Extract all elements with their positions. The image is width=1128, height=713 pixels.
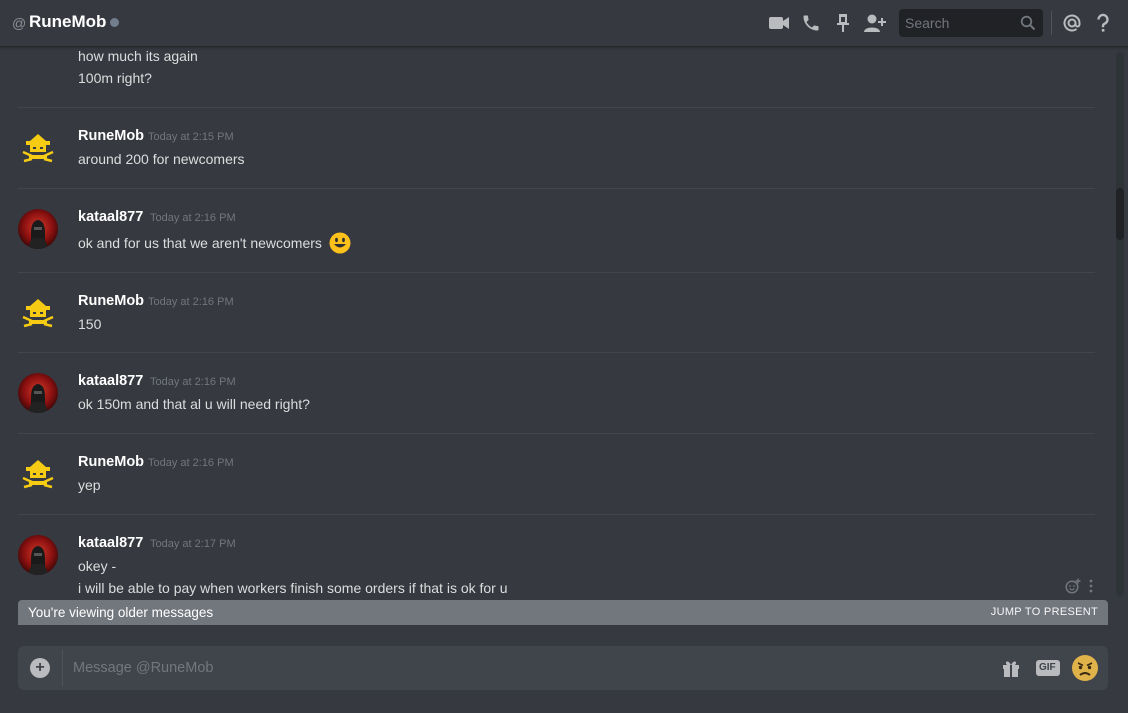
search-input[interactable] — [899, 9, 1014, 37]
message-divider — [18, 272, 1095, 273]
add-reaction-icon[interactable] — [1065, 578, 1081, 599]
message-author[interactable]: kataal877 — [78, 209, 143, 225]
mentions-icon[interactable] — [1060, 11, 1084, 35]
plus-icon: + — [35, 659, 45, 676]
message-divider — [18, 433, 1095, 434]
more-options-icon[interactable] — [1089, 579, 1093, 598]
message-text: i will be able to pay when workers finis… — [78, 580, 508, 596]
message-item: RuneMob Today at 2:16 PM yep — [0, 454, 1110, 514]
message-timestamp: Today at 2:17 PM — [150, 538, 236, 550]
runemob-logo-icon — [18, 128, 58, 168]
avatar[interactable] — [18, 209, 58, 249]
message-timestamp: Today at 2:16 PM — [148, 296, 234, 308]
message-text: 100m right? — [78, 70, 152, 86]
message-item: kataal877 Today at 2:16 PM ok and for us… — [0, 209, 1110, 269]
message-text: how much its again — [78, 48, 198, 64]
message-text: yep — [78, 477, 101, 493]
message-item: kataal877 Today at 2:16 PM ok 150m and t… — [0, 373, 1110, 433]
avatar[interactable] — [18, 128, 58, 168]
message-item: kataal877 Today at 2:17 PM okey - i will… — [0, 535, 1110, 596]
video-call-icon[interactable] — [767, 11, 791, 35]
message-list: how much its again 100m right? RuneMob T… — [0, 48, 1114, 596]
kataal-avatar-icon — [18, 535, 58, 575]
message-author[interactable]: kataal877 — [78, 535, 143, 551]
older-messages-text: You're viewing older messages — [28, 605, 214, 620]
search-icon[interactable] — [1020, 15, 1036, 36]
message-author[interactable]: RuneMob — [78, 293, 144, 309]
upload-button[interactable]: + — [30, 658, 50, 678]
message-timestamp: Today at 2:16 PM — [150, 212, 236, 224]
message-divider — [18, 352, 1095, 353]
message-timestamp: Today at 2:16 PM — [150, 376, 236, 388]
message-divider — [18, 514, 1095, 515]
older-messages-bar: You're viewing older messages JUMP TO PR… — [18, 600, 1108, 625]
channel-header: @ RuneMob — [0, 0, 1128, 47]
message-text: around 200 for newcomers — [78, 151, 245, 167]
message-text: ok 150m and that al u will need right? — [78, 396, 310, 412]
message-author[interactable]: RuneMob — [78, 128, 144, 144]
add-friend-icon[interactable] — [863, 11, 887, 35]
composer-divider — [62, 650, 63, 686]
message-timestamp: Today at 2:16 PM — [148, 457, 234, 469]
message-text: okey - — [78, 558, 117, 574]
message-content: ok and for us that we aren't newcomers — [78, 232, 351, 257]
at-icon: @ — [12, 15, 27, 31]
page-title: RuneMob — [29, 12, 107, 31]
emoji-picker-icon[interactable] — [1071, 654, 1099, 682]
message-divider — [18, 188, 1095, 189]
header-divider — [1051, 11, 1052, 35]
runemob-logo-icon — [18, 454, 58, 494]
gif-button[interactable]: GIF — [1036, 660, 1060, 676]
message-timestamp: Today at 2:15 PM — [148, 131, 234, 143]
message-item: RuneMob Today at 2:16 PM 150 — [0, 293, 1110, 353]
message-divider — [18, 107, 1095, 108]
gift-icon[interactable] — [1001, 658, 1021, 678]
scrollbar-track[interactable] — [1116, 52, 1124, 596]
message-author[interactable]: kataal877 — [78, 373, 143, 389]
avatar[interactable] — [18, 373, 58, 413]
kataal-avatar-icon — [18, 209, 58, 249]
message-text: 150 — [78, 316, 102, 332]
avatar[interactable] — [18, 293, 58, 333]
message-composer: + GIF — [18, 646, 1108, 690]
message-author[interactable]: RuneMob — [78, 454, 144, 470]
search-box[interactable] — [899, 9, 1043, 37]
message-item: RuneMob Today at 2:15 PM around 200 for … — [0, 128, 1110, 188]
message-text: ok and for us that we aren't newcomers — [78, 235, 322, 252]
gif-label: GIF — [1039, 662, 1056, 673]
runemob-logo-icon — [18, 293, 58, 333]
kataal-avatar-icon — [18, 373, 58, 413]
avatar[interactable] — [18, 454, 58, 494]
help-icon[interactable] — [1091, 11, 1115, 35]
message-input[interactable] — [66, 646, 986, 690]
message-actions — [1065, 578, 1101, 594]
smiley-emoji-icon[interactable] — [329, 232, 351, 257]
status-indicator — [110, 18, 119, 27]
scrollbar-thumb[interactable] — [1116, 188, 1124, 240]
pin-icon[interactable] — [831, 11, 855, 35]
avatar[interactable] — [18, 535, 58, 575]
voice-call-icon[interactable] — [799, 11, 823, 35]
jump-to-present-button[interactable]: JUMP TO PRESENT — [991, 606, 1098, 618]
